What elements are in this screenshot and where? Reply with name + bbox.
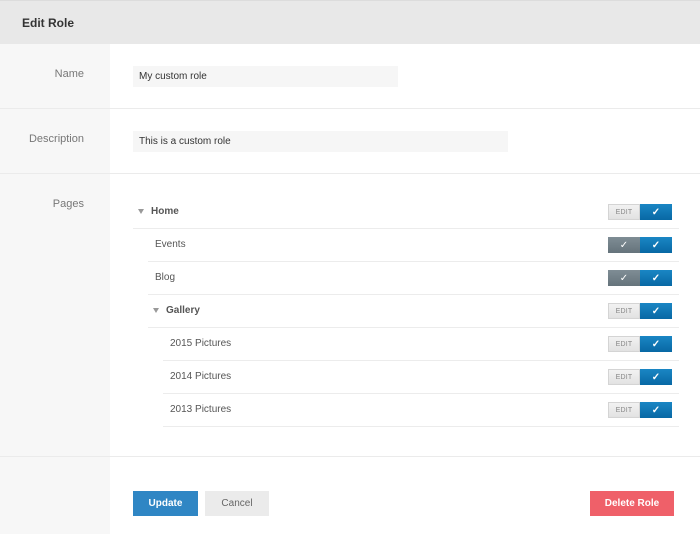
name-input[interactable] bbox=[133, 66, 398, 87]
cancel-button[interactable]: Cancel bbox=[205, 491, 269, 516]
edit-toggle[interactable]: EDIT bbox=[608, 204, 640, 220]
name-label: Name bbox=[54, 68, 84, 80]
permission-toggle[interactable]: EDIT ✓ bbox=[608, 402, 672, 418]
edit-toggle[interactable]: EDIT bbox=[608, 402, 640, 418]
page-name: Home bbox=[151, 206, 179, 217]
permission-toggle[interactable]: ✓ ✓ bbox=[608, 270, 672, 286]
permission-toggle[interactable]: EDIT ✓ bbox=[608, 336, 672, 352]
tree-row-2014-pictures[interactable]: 2014 Pictures EDIT ✓ bbox=[163, 361, 679, 394]
edit-toggle[interactable]: EDIT bbox=[608, 303, 640, 319]
tree-row-home[interactable]: Home EDIT ✓ bbox=[133, 196, 679, 229]
page-name: Blog bbox=[155, 272, 176, 283]
update-button[interactable]: Update bbox=[133, 491, 198, 516]
view-check-icon[interactable]: ✓ bbox=[640, 336, 672, 352]
edit-check-icon[interactable]: ✓ bbox=[608, 270, 640, 286]
page-name: 2015 Pictures bbox=[170, 338, 232, 349]
tree-row-2013-pictures[interactable]: 2013 Pictures EDIT ✓ bbox=[163, 394, 679, 427]
pages-label: Pages bbox=[52, 198, 84, 210]
divider bbox=[0, 456, 700, 457]
view-check-icon[interactable]: ✓ bbox=[640, 402, 672, 418]
tree-row-events[interactable]: Events ✓ ✓ bbox=[148, 229, 679, 262]
view-check-icon[interactable]: ✓ bbox=[640, 270, 672, 286]
caret-down-icon[interactable] bbox=[153, 308, 159, 313]
view-check-icon[interactable]: ✓ bbox=[640, 204, 672, 220]
tree-row-2015-pictures[interactable]: 2015 Pictures EDIT ✓ bbox=[163, 328, 679, 361]
permission-toggle[interactable]: ✓ ✓ bbox=[608, 237, 672, 253]
tree-row-blog[interactable]: Blog ✓ ✓ bbox=[148, 262, 679, 295]
tree-row-gallery[interactable]: Gallery EDIT ✓ bbox=[148, 295, 679, 328]
edit-toggle[interactable]: EDIT bbox=[608, 336, 640, 352]
view-check-icon[interactable]: ✓ bbox=[640, 303, 672, 319]
view-check-icon[interactable]: ✓ bbox=[640, 369, 672, 385]
delete-role-button[interactable]: Delete Role bbox=[590, 491, 674, 516]
edit-toggle[interactable]: EDIT bbox=[608, 369, 640, 385]
view-check-icon[interactable]: ✓ bbox=[640, 237, 672, 253]
divider bbox=[0, 173, 700, 174]
permission-toggle[interactable]: EDIT ✓ bbox=[608, 204, 672, 220]
page-name: 2014 Pictures bbox=[170, 371, 232, 382]
page-title: Edit Role bbox=[22, 16, 75, 30]
divider bbox=[0, 108, 700, 109]
page-name: Gallery bbox=[166, 305, 200, 316]
page-name: Events bbox=[155, 239, 186, 250]
page-header: Edit Role bbox=[0, 0, 700, 44]
permission-toggle[interactable]: EDIT ✓ bbox=[608, 303, 672, 319]
description-input[interactable] bbox=[133, 131, 508, 152]
description-label: Description bbox=[28, 133, 84, 145]
divider bbox=[163, 426, 679, 427]
caret-down-icon[interactable] bbox=[138, 209, 144, 214]
page-name: 2013 Pictures bbox=[170, 404, 232, 415]
label-column bbox=[0, 44, 110, 534]
edit-check-icon[interactable]: ✓ bbox=[608, 237, 640, 253]
permission-toggle[interactable]: EDIT ✓ bbox=[608, 369, 672, 385]
